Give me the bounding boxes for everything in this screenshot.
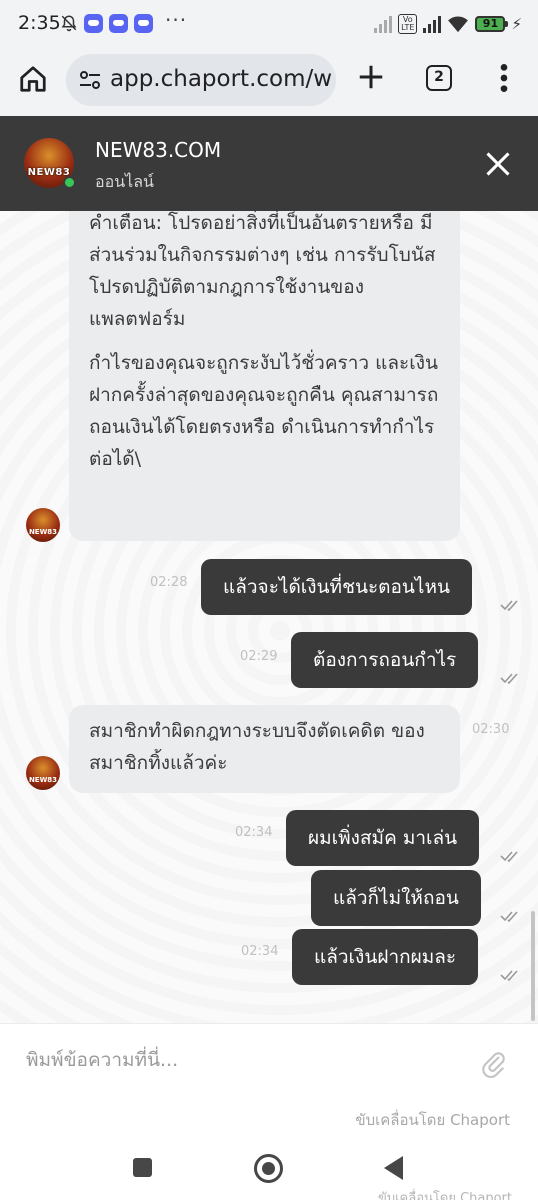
message-paragraph: กำไรของคุณจะถูกระงับไว้ชั่วคราว และเงินฝ… (89, 352, 439, 470)
incoming-message: คำเตือน: โปรดอย่าสิ่งที่เป็นอันตรายหรือ … (69, 211, 460, 541)
ghost-text: ขับเคลื่อนโดย Chaport (377, 1191, 512, 1200)
message-paragraph: คำเตือน: โปรดอย่าสิ่งที่เป็นอันตรายหรือ … (89, 212, 436, 330)
outgoing-message: ผมเพิ่งสมัค มาเล่น (286, 810, 480, 866)
message-time: 02:34 (241, 944, 279, 959)
close-icon[interactable] (484, 150, 512, 178)
message-list[interactable]: คำเตือน: โปรดอย่าสิ่งที่เป็นอันตรายหรือ … (0, 211, 538, 1023)
discord-icon (134, 14, 153, 33)
more-notifications-icon: ··· (165, 8, 188, 32)
online-status: ออนไลน์ (95, 172, 154, 191)
battery-icon: 91 (475, 16, 509, 32)
outgoing-message: แล้วจะได้เงินที่ชนะตอนไหน (201, 559, 472, 615)
back-icon[interactable] (384, 1156, 403, 1180)
chat-header: NEW83 NEW83.COM ออนไลน์ (0, 116, 538, 211)
operator-avatar: NEW83 (26, 508, 60, 542)
read-receipt-icon (500, 911, 518, 923)
wifi-icon (448, 16, 469, 33)
read-receipt-icon (500, 970, 518, 982)
logo-text: NEW83 (28, 776, 58, 784)
attach-icon[interactable] (480, 1048, 506, 1078)
outgoing-message: แล้วเงินฝากผมละ (292, 929, 479, 985)
charging-icon: ⚡ (511, 15, 522, 33)
discord-icon (84, 14, 103, 33)
message-time: 02:34 (235, 825, 273, 840)
address-bar[interactable]: app.chaport.com/w (66, 54, 336, 106)
read-receipt-icon (500, 673, 518, 685)
more-vert-icon[interactable] (496, 62, 512, 94)
status-bar: 2:35 ··· Vo LTE 91 ⚡ (0, 0, 538, 48)
signal-icon (374, 15, 393, 33)
message-time: 02:29 (240, 649, 278, 664)
online-indicator (63, 176, 76, 189)
volte-icon: Vo LTE (398, 14, 418, 34)
outgoing-message: ต้องการถอนกำไร (291, 632, 479, 688)
site-settings-icon[interactable] (78, 69, 102, 91)
message-time: 02:28 (150, 575, 188, 590)
url-text[interactable]: app.chaport.com/w (110, 66, 332, 92)
signal-icon (423, 15, 442, 33)
system-nav-bar: ขับเคลื่อนโดย Chaport (0, 1138, 538, 1200)
read-receipt-icon (500, 851, 518, 863)
scrollbar[interactable] (531, 911, 535, 1021)
logo-text: NEW83 (28, 528, 58, 536)
message-time: 02:30 (472, 722, 510, 737)
tab-switcher-button[interactable]: 2 (426, 65, 452, 91)
recent-apps-icon[interactable] (133, 1158, 152, 1177)
browser-toolbar: app.chaport.com/w 2 (0, 48, 538, 116)
chat-title: NEW83.COM (95, 138, 222, 162)
clock: 2:35 (18, 12, 61, 34)
composer: ขับเคลื่อนโดย Chaport (0, 1023, 538, 1138)
system-indicators: Vo LTE 91 ⚡ (374, 13, 522, 35)
powered-by-link[interactable]: ขับเคลื่อนโดย Chaport (355, 1108, 510, 1132)
incoming-message: สมาชิกทำผิดกฎทางระบบจึงตัดเคดิต ของสมาชิ… (69, 705, 460, 793)
operator-avatar: NEW83 (26, 756, 60, 790)
discord-icon (109, 14, 128, 33)
outgoing-message: แล้วก็ไม่ให้ถอน (311, 870, 481, 926)
home-icon[interactable] (18, 64, 48, 94)
bell-off-icon (61, 15, 77, 32)
message-input[interactable] (26, 1044, 466, 1076)
home-button-icon[interactable] (254, 1154, 283, 1183)
read-receipt-icon (500, 600, 518, 612)
new-tab-icon[interactable] (356, 62, 386, 92)
